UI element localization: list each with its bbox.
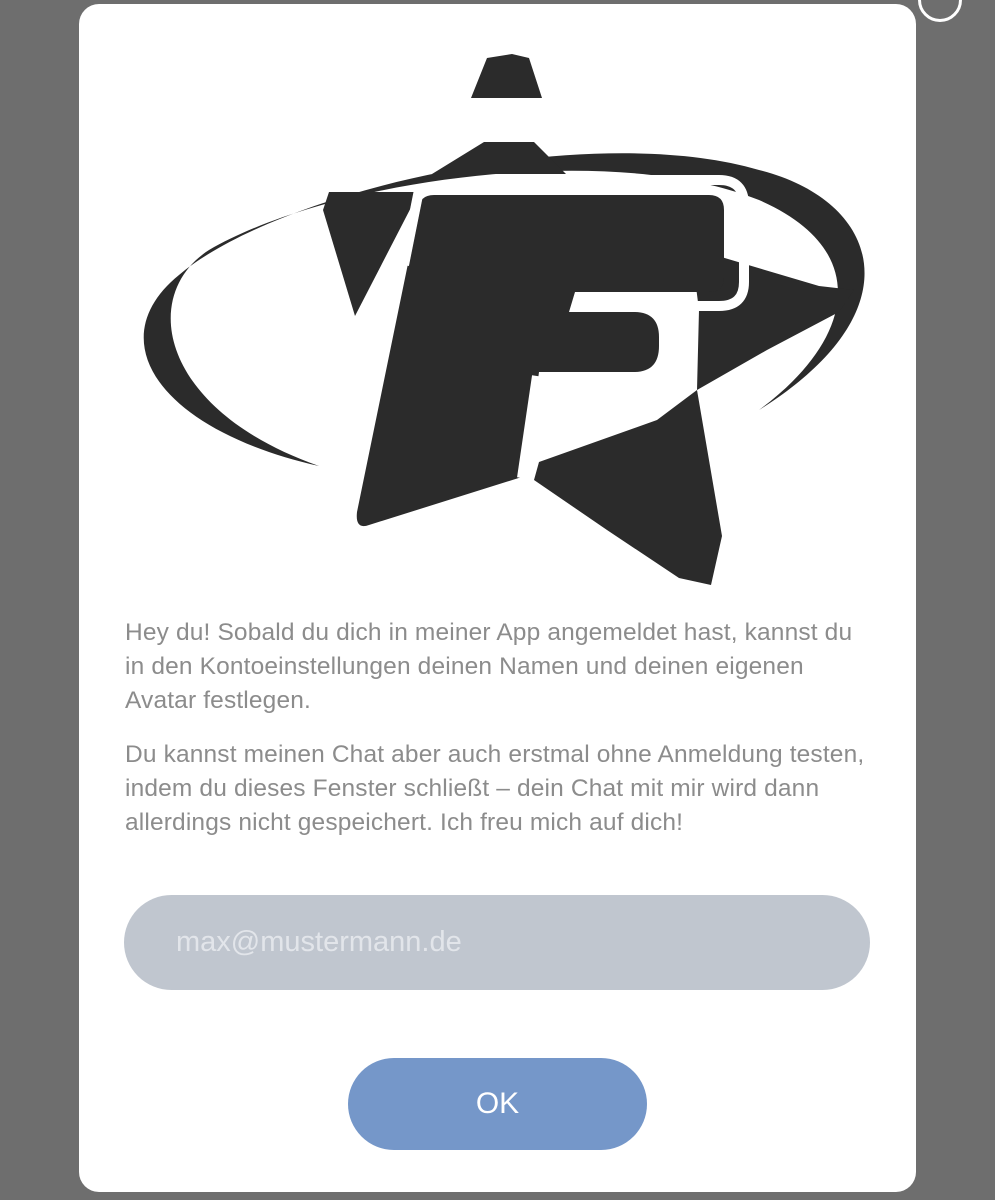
star-f-logo-icon <box>143 54 865 585</box>
guest-info-message: Du kannst meinen Chat aber auch erstmal … <box>125 741 865 836</box>
email-input[interactable] <box>124 895 870 990</box>
welcome-message: Hey du! Sobald du dich in meiner App ang… <box>125 619 853 714</box>
ok-button[interactable]: OK <box>348 1058 647 1150</box>
login-dialog: Hey du! Sobald du dich in meiner App ang… <box>79 4 916 1192</box>
